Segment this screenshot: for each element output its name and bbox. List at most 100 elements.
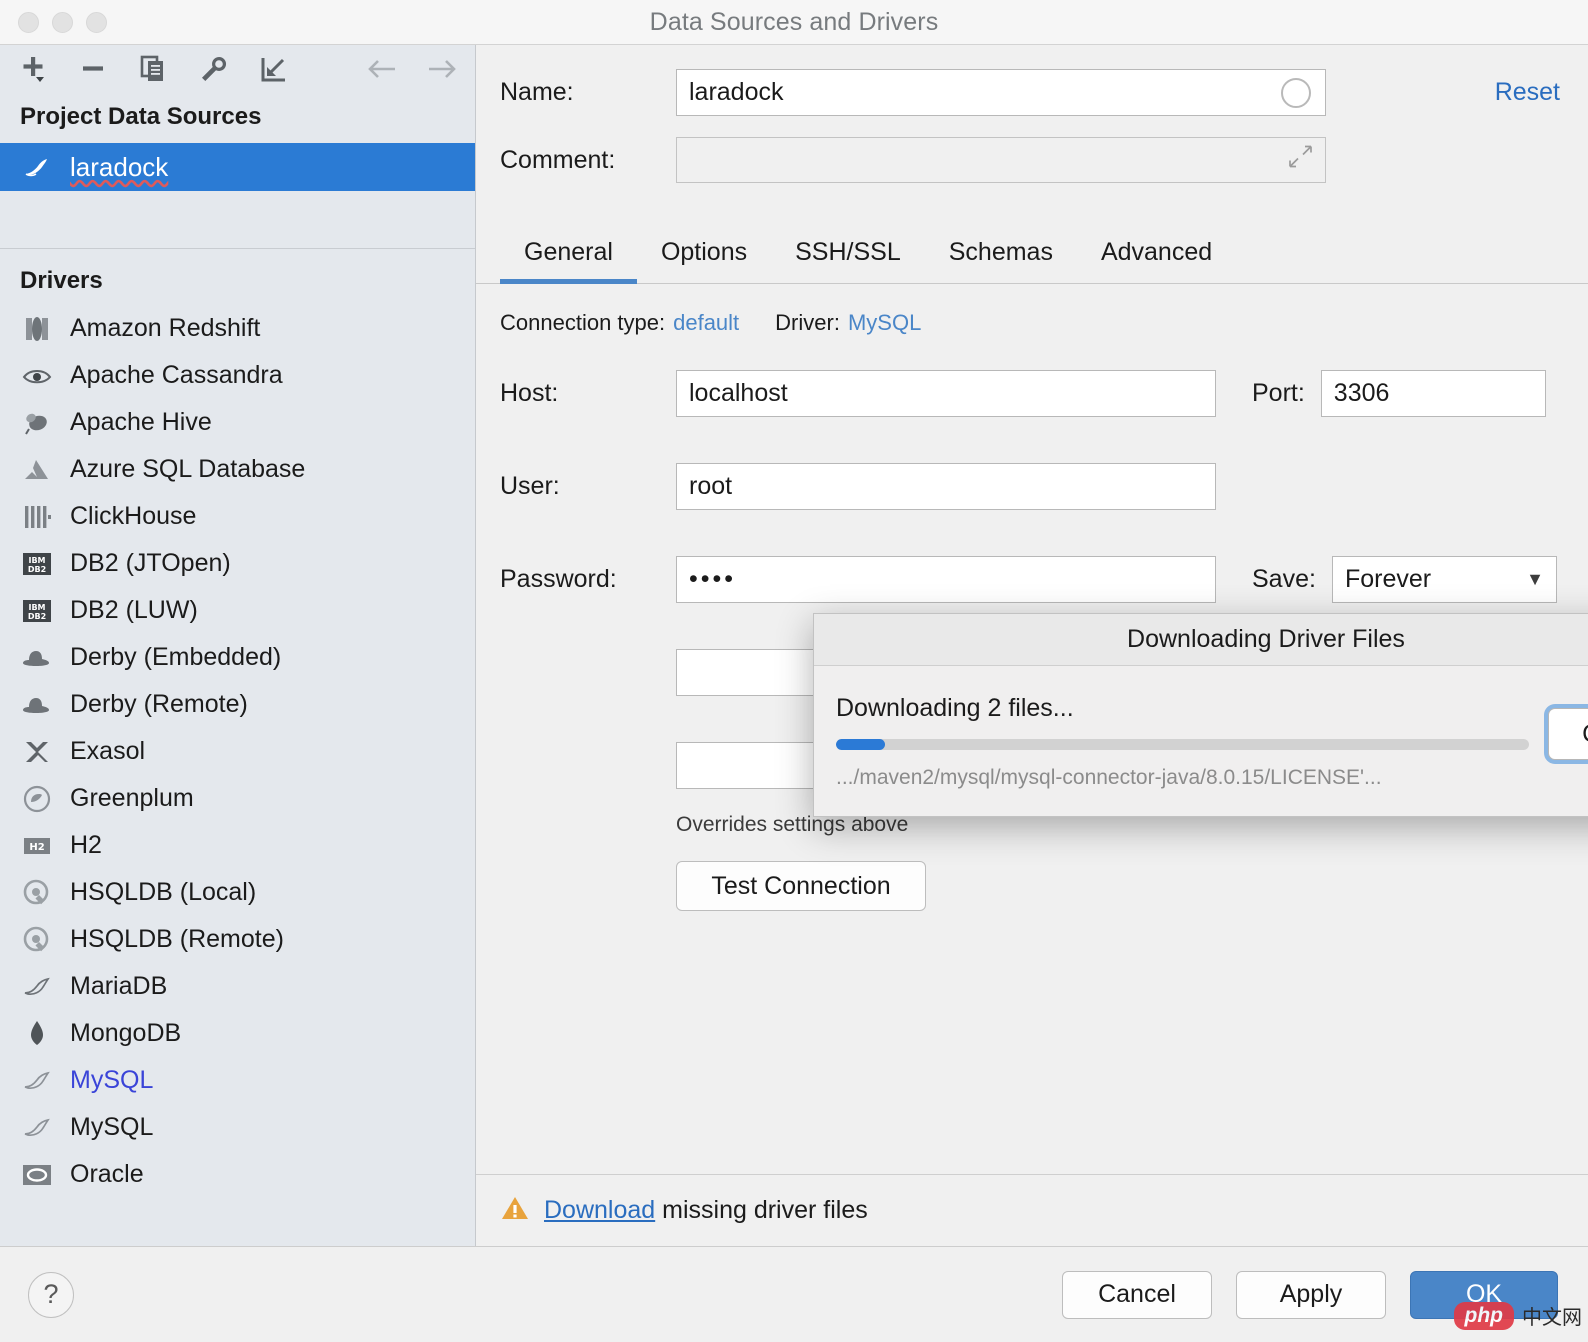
comment-label: Comment: [500,145,616,174]
chevron-down-icon: ▼ [1526,569,1544,589]
comment-input[interactable] [676,137,1326,183]
driver-item-apache-hive[interactable]: Apache Hive [0,399,475,446]
apply-button[interactable]: Apply [1236,1270,1386,1319]
password-input[interactable]: •••• [676,556,1216,603]
name-input[interactable]: laradock [676,69,1326,116]
tab-general[interactable]: General [500,230,637,284]
driver-item-derby-remote[interactable]: Derby (Remote) [0,681,475,728]
host-input[interactable]: localhost [676,370,1216,417]
mysql-dolphin-icon [20,1064,54,1098]
host-label: Host: [500,379,559,407]
sidebar-item-laradock[interactable]: laradock [0,143,475,191]
driver-item-mysql-selected[interactable]: MySQL [0,1057,475,1104]
help-button[interactable]: ? [28,1271,74,1318]
svg-text:H2: H2 [29,842,44,853]
driver-item-hsqldb-remote[interactable]: HSQLDB (Remote) [0,916,475,963]
driver-value[interactable]: MySQL [848,310,921,336]
driver-item-label: Apache Cassandra [70,361,283,389]
connection-summary: Connection type: default Driver: MySQL [500,310,1560,336]
add-data-source-button[interactable] [16,52,50,86]
driver-item-label: Oracle [70,1160,144,1188]
settings-tabs: General Options SSH/SSL Schemas Advanced [476,230,1588,284]
user-label: User: [500,472,560,500]
mongodb-leaf-icon [20,1017,54,1051]
driver-item-exasol[interactable]: Exasol [0,728,475,775]
warning-message: Download missing driver files [544,1196,868,1225]
dialog-cancel-button[interactable]: Cancel [1548,708,1588,760]
zoom-window-button[interactable] [86,12,107,33]
remove-data-source-button[interactable] [76,52,110,86]
exasol-x-icon [20,735,54,769]
main-panel: Name: laradock Reset Comment: General Op… [476,45,1588,1246]
dialog-footer: ? Cancel Apply OK php 中文网 [0,1246,1588,1342]
sidebar-divider [0,191,475,249]
dialog-title: Downloading Driver Files [814,614,1588,666]
h2-icon: H2 [20,829,54,863]
password-label: Password: [500,565,617,593]
driver-item-mysql[interactable]: MySQL [0,1104,475,1151]
close-window-button[interactable] [18,12,39,33]
driver-item-h2[interactable]: H2 H2 [0,822,475,869]
driver-item-db2-jtopen[interactable]: IBM DB2 DB2 (JTOpen) [0,540,475,587]
port-input-value: 3306 [1333,379,1390,407]
reset-button[interactable]: Reset [1495,78,1560,107]
user-input[interactable]: root [676,463,1216,510]
driver-item-amazon-redshift[interactable]: Amazon Redshift [0,305,475,352]
sidebar: Project Data Sources laradock Drivers Am… [0,45,476,1246]
dialog-progress-area: Downloading 2 files... .../maven2/mysql/… [836,694,1529,790]
mysql-dolphin-icon [20,150,54,184]
driver-item-label: MySQL [70,1066,154,1094]
tab-advanced[interactable]: Advanced [1077,230,1236,284]
minimize-window-button[interactable] [52,12,73,33]
connection-type-value[interactable]: default [673,310,739,336]
mysql-dolphin-icon [20,1111,54,1145]
cancel-button[interactable]: Cancel [1062,1270,1212,1319]
port-input[interactable]: 3306 [1320,370,1546,417]
driver-item-mongodb[interactable]: MongoDB [0,1010,475,1057]
svg-text:DB2: DB2 [28,612,46,621]
duplicate-data-source-button[interactable] [136,52,170,86]
driver-item-mariadb[interactable]: MariaDB [0,963,475,1010]
name-input-value: laradock [689,78,784,106]
hive-bee-icon [20,406,54,440]
driver-item-label: DB2 (LUW) [70,596,198,624]
back-button[interactable] [365,52,399,86]
wrench-icon[interactable] [196,52,230,86]
ok-button[interactable]: OK [1410,1270,1558,1319]
driver-item-label: Azure SQL Database [70,455,306,483]
driver-item-oracle[interactable]: Oracle [0,1151,475,1198]
tab-options[interactable]: Options [637,230,771,284]
driver-item-db2-luw[interactable]: IBM DB2 DB2 (LUW) [0,587,475,634]
clickhouse-bars-icon [20,500,54,534]
driver-item-label: H2 [70,831,102,859]
tab-schemas[interactable]: Schemas [925,230,1077,284]
forward-button[interactable] [425,52,459,86]
warning-suffix-text: missing driver files [662,1196,868,1224]
window-titlebar: Data Sources and Drivers [0,0,1588,45]
greenplum-icon [20,782,54,816]
import-arrow-icon[interactable] [256,52,290,86]
name-label: Name: [500,78,574,106]
dialog-body: Downloading 2 files... .../maven2/mysql/… [814,666,1588,816]
driver-item-derby-embedded[interactable]: Derby (Embedded) [0,634,475,681]
driver-item-hsqldb-local[interactable]: HSQLDB (Local) [0,869,475,916]
name-row: Name: laradock Reset [500,69,1560,116]
window-title: Data Sources and Drivers [649,7,939,36]
hsqldb-icon [20,923,54,957]
footer-actions: Cancel Apply OK [1062,1270,1558,1319]
driver-item-apache-cassandra[interactable]: Apache Cassandra [0,352,475,399]
driver-item-label: ClickHouse [70,502,197,530]
driver-warning-bar: Download missing driver files [476,1174,1588,1246]
derby-hat-icon [20,641,54,675]
save-mode-select[interactable]: Forever ▼ [1331,556,1557,603]
driver-item-clickhouse[interactable]: ClickHouse [0,493,475,540]
expand-icon[interactable] [1287,144,1313,177]
driver-item-greenplum[interactable]: Greenplum [0,775,475,822]
download-drivers-link[interactable]: Download [544,1196,655,1224]
tab-ssh-ssl[interactable]: SSH/SSL [771,230,925,284]
driver-item-label: Amazon Redshift [70,314,261,342]
test-connection-button[interactable]: Test Connection [676,861,926,911]
save-mode-value: Forever [1344,565,1432,593]
warning-triangle-icon [500,1194,530,1227]
driver-item-azure-sql-database[interactable]: Azure SQL Database [0,446,475,493]
